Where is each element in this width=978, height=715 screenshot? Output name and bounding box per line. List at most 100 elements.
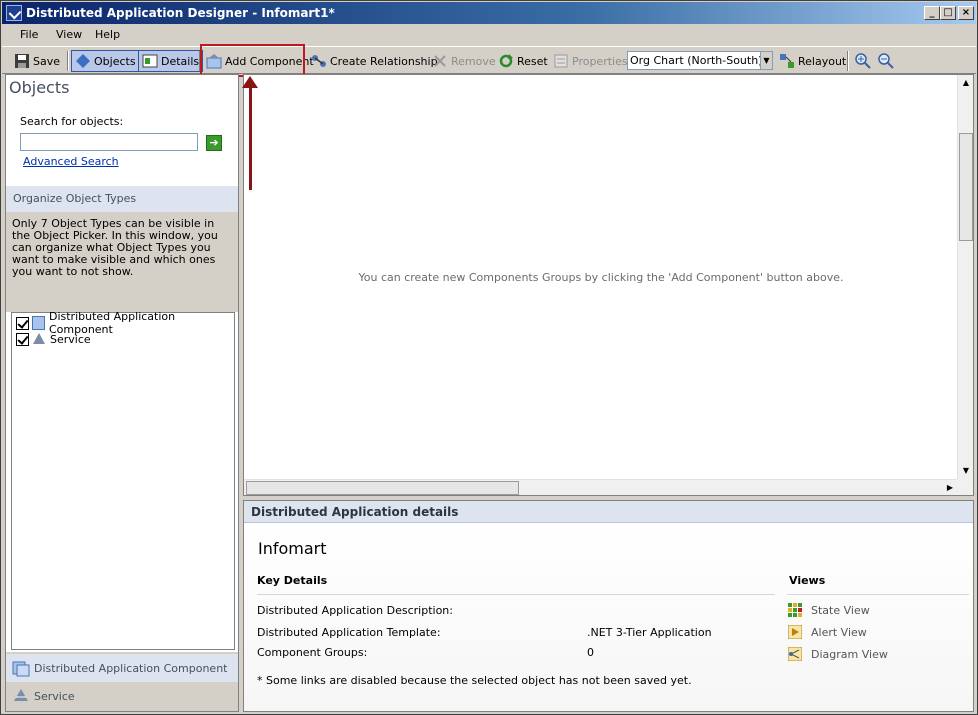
footer-item-service[interactable]: Service [6, 682, 238, 710]
disabled-links-note: * Some links are disabled because the se… [257, 674, 692, 687]
advanced-search-link[interactable]: Advanced Search [23, 155, 119, 168]
toolbar: Save Objects Details Add Component Creat… [2, 46, 976, 74]
detail-row-template: Distributed Application Template: .NET 3… [257, 626, 777, 642]
details-header: Distributed Application details [244, 501, 973, 523]
component-icon [31, 316, 45, 330]
properties-icon [553, 53, 569, 69]
divider [787, 594, 969, 595]
relayout-label: Relayout [798, 54, 847, 68]
footer-item-component[interactable]: Distributed Application Component [6, 654, 238, 682]
key-details-title: Key Details [257, 574, 328, 587]
zoom-in-icon [855, 53, 871, 69]
menu-file[interactable]: File [20, 28, 38, 41]
vertical-scrollbar[interactable]: ▲ ▼ [957, 75, 973, 479]
scroll-right-icon[interactable]: ▶ [944, 482, 956, 494]
scroll-thumb[interactable] [246, 481, 519, 495]
save-label: Save [33, 54, 61, 68]
checkbox[interactable] [16, 332, 29, 346]
scroll-up-icon[interactable]: ▲ [960, 77, 972, 89]
organize-object-types-header: Organize Object Types [6, 186, 238, 212]
search-input[interactable] [20, 133, 198, 151]
divider [257, 594, 775, 595]
create-relationship-button[interactable]: Create Relationship [308, 50, 441, 72]
alert-view-icon [787, 624, 803, 640]
scroll-thumb[interactable] [959, 133, 973, 241]
close-button[interactable]: × [958, 6, 974, 20]
diagram-view-icon [787, 646, 803, 662]
diagram-canvas[interactable]: You can create new Components Groups by … [243, 74, 974, 496]
minimize-button[interactable]: _ [924, 6, 940, 20]
maximize-button[interactable]: □ [940, 6, 956, 20]
relayout-button[interactable]: Relayout [776, 50, 849, 72]
save-button[interactable]: Save [11, 50, 63, 72]
detail-label: Distributed Application Description: [257, 604, 453, 617]
toolbar-separator [847, 51, 849, 71]
details-toggle-button[interactable]: Details [138, 50, 204, 72]
detail-value: .NET 3-Tier Application [587, 626, 712, 639]
toolbar-separator [67, 51, 69, 71]
alert-view-link[interactable]: Alert View [787, 624, 867, 640]
detail-label: Distributed Application Template: [257, 626, 441, 639]
scroll-down-icon[interactable]: ▼ [960, 465, 972, 477]
menu-help[interactable]: Help [95, 28, 120, 41]
remove-button[interactable]: Remove [429, 50, 499, 72]
title-bar[interactable]: Distributed Application Designer - Infom… [2, 2, 976, 24]
state-view-icon [788, 603, 802, 617]
properties-button[interactable]: Properties [550, 50, 631, 72]
canvas-empty-message: You can create new Components Groups by … [358, 271, 844, 284]
floppy-disk-icon [14, 53, 30, 69]
search-label: Search for objects: [20, 115, 124, 128]
application-name: Infomart [258, 539, 327, 558]
objects-toggle-button[interactable]: Objects [71, 50, 140, 72]
list-item[interactable]: Distributed Application Component [16, 310, 234, 336]
details-label: Details [161, 54, 200, 68]
details-body: Infomart Key Details Distributed Applica… [244, 524, 973, 711]
annotation-highlight-box [200, 44, 305, 77]
state-view-link[interactable]: State View [788, 602, 870, 618]
details-icon [142, 53, 158, 69]
menu-bar: File View Help [2, 25, 976, 45]
reset-button[interactable]: Reset [495, 50, 551, 72]
footer-item-label: Distributed Application Component [34, 661, 228, 675]
detail-row-component-groups: Component Groups: 0 [257, 646, 777, 662]
object-picker-footer: Distributed Application Component Servic… [6, 652, 238, 711]
window-title: Distributed Application Designer - Infom… [26, 6, 335, 20]
remove-icon [432, 53, 448, 69]
objects-label: Objects [94, 54, 136, 68]
relationship-icon [311, 53, 327, 69]
annotation-arrow [249, 84, 252, 190]
relayout-icon [779, 53, 795, 69]
diagram-view-link[interactable]: Diagram View [787, 646, 888, 662]
view-label: Diagram View [811, 647, 888, 661]
footer-item-label: Service [34, 689, 75, 703]
list-item[interactable]: Service [16, 331, 91, 347]
remove-label: Remove [451, 54, 496, 68]
component-icon [12, 659, 30, 677]
object-type-list: Distributed Application Component Servic… [11, 310, 235, 650]
objects-title: Objects [9, 78, 70, 97]
list-item-label: Service [50, 332, 91, 346]
reset-label: Reset [517, 54, 548, 68]
detail-value: 0 [587, 646, 594, 659]
horizontal-scrollbar[interactable]: ▶ [244, 479, 958, 495]
properties-label: Properties [572, 54, 628, 68]
detail-row-description: Distributed Application Description: [257, 604, 777, 620]
scroll-corner [957, 479, 973, 495]
menu-view[interactable]: View [56, 28, 82, 41]
objects-icon [75, 53, 91, 69]
zoom-in-button[interactable] [852, 50, 877, 72]
layout-selected-value: Org Chart (North-South) [630, 54, 763, 67]
zoom-out-icon [878, 53, 894, 69]
view-label: Alert View [811, 625, 867, 639]
search-go-icon[interactable]: ➔ [206, 135, 222, 151]
chevron-down-icon[interactable]: ▼ [760, 52, 772, 69]
layout-dropdown[interactable]: Org Chart (North-South) ▼ [627, 51, 773, 70]
detail-label: Component Groups: [257, 646, 368, 659]
zoom-out-button[interactable] [875, 50, 900, 72]
checkbox[interactable] [16, 316, 29, 330]
organize-description: Only 7 Object Types can be visible in th… [6, 212, 238, 312]
objects-pane: Objects Search for objects: ➔ Advanced S… [5, 74, 239, 712]
objects-header: Objects Search for objects: ➔ Advanced S… [6, 75, 238, 185]
service-icon [12, 687, 30, 705]
view-label: State View [811, 603, 870, 617]
